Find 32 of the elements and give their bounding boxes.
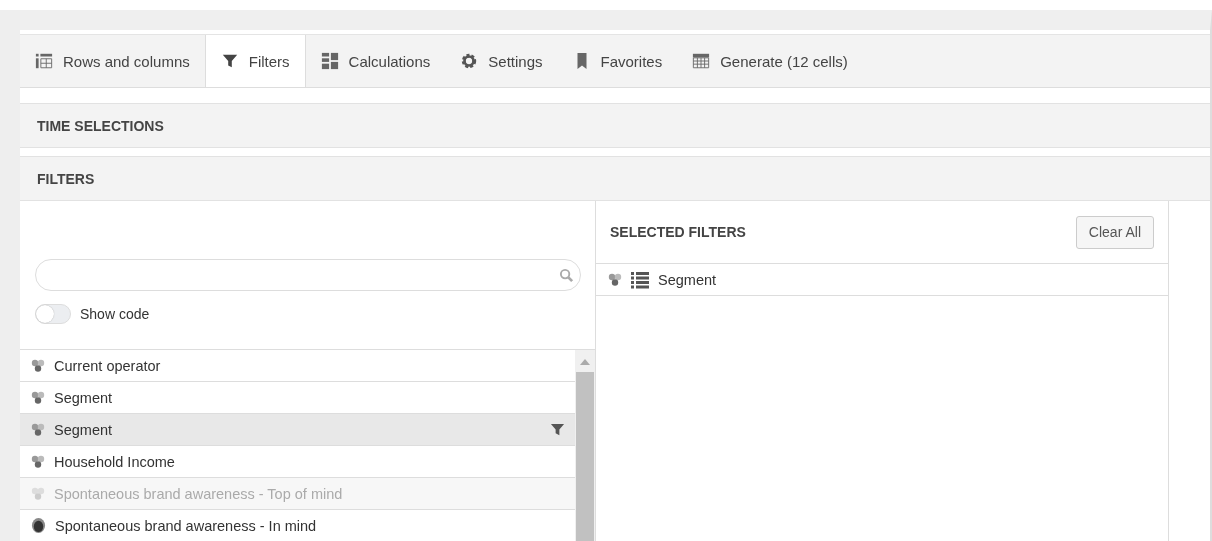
scroll-up-icon[interactable]: [580, 359, 590, 365]
circles-icon: [31, 486, 45, 501]
tab[interactable]: Rows and columns: [20, 35, 205, 87]
calculator-icon: [320, 52, 339, 70]
tab[interactable]: Favorites: [557, 35, 678, 87]
filter-icon: [220, 52, 239, 70]
table-icon: [35, 52, 53, 70]
circles-icon: [31, 454, 45, 469]
circles-icon: [31, 390, 45, 405]
search-icon: [559, 267, 574, 283]
list-item[interactable]: Current operator: [20, 350, 575, 382]
tab[interactable]: Calculations: [305, 35, 446, 87]
toggle-switch[interactable]: [35, 304, 71, 324]
clear-all-button[interactable]: Clear All: [1075, 215, 1154, 249]
table-icon: [692, 52, 711, 70]
filter-icon[interactable]: [550, 422, 565, 437]
toggle-label: Show code: [80, 306, 150, 322]
scrollbar[interactable]: [575, 350, 595, 541]
blob-icon: [31, 517, 46, 534]
filter-label: Segment: [658, 271, 717, 288]
circles-icon: [608, 272, 622, 287]
panel-title: SELECTED FILTERS: [610, 224, 746, 240]
circles-icon: [31, 422, 45, 437]
tab[interactable]: Generate (12 cells): [677, 35, 863, 87]
list-item[interactable]: Segment: [20, 414, 575, 446]
section-header[interactable]: TIME SELECTIONS: [20, 103, 1210, 148]
circles-icon: [31, 358, 45, 373]
list-icon: [631, 270, 649, 289]
section-header[interactable]: FILTERS: [20, 156, 1210, 201]
tab[interactable]: Settings: [445, 35, 558, 87]
tab[interactable]: Filters: [204, 35, 306, 87]
settings-icon: [460, 52, 479, 70]
